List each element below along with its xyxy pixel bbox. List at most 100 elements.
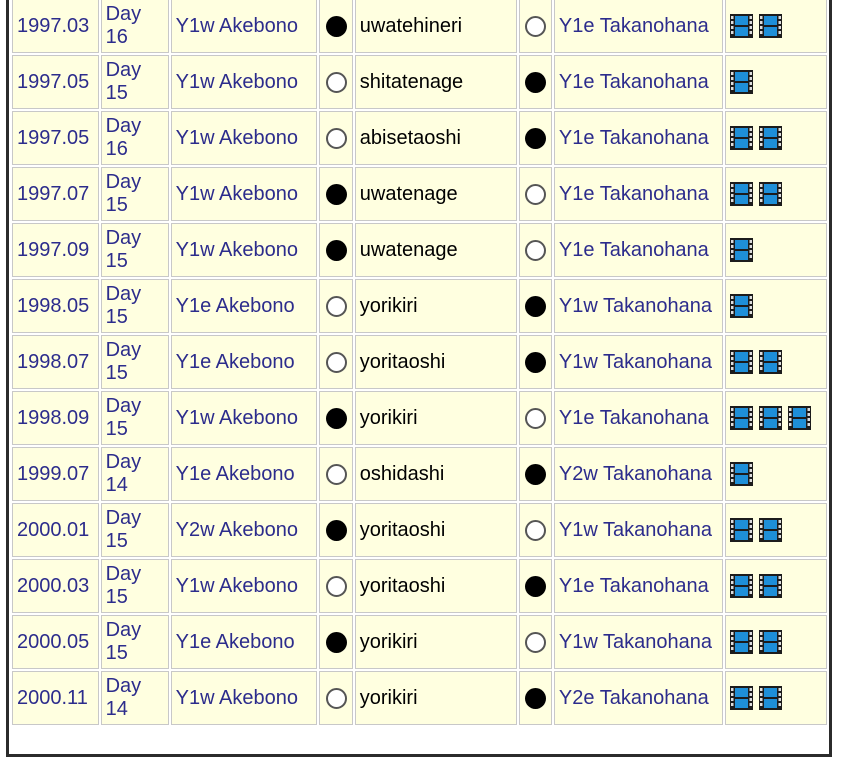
left-result-cell	[319, 447, 353, 501]
basho-date-link[interactable]: 1998.05	[17, 295, 89, 317]
basho-date-link[interactable]: 2000.05	[17, 631, 89, 653]
left-rikishi-link[interactable]: Y1w Akebono	[176, 71, 298, 93]
right-rikishi-link[interactable]: Y1e Takanohana	[559, 183, 709, 205]
film-icon[interactable]	[730, 686, 754, 710]
right-rikishi-link[interactable]: Y1e Takanohana	[559, 407, 709, 429]
video-cell	[725, 279, 827, 333]
basho-date-link[interactable]: 2000.03	[17, 575, 89, 597]
right-result-cell	[518, 503, 552, 557]
film-icon[interactable]	[730, 294, 754, 318]
right-rikishi-link[interactable]: Y1e Takanohana	[559, 239, 709, 261]
film-icon[interactable]	[730, 406, 754, 430]
day-cell: Day 15	[100, 335, 169, 389]
basho-date-link[interactable]: 1997.09	[17, 239, 89, 261]
right-rikishi-link[interactable]: Y1w Takanohana	[559, 519, 712, 541]
left-rikishi-link[interactable]: Y1w Akebono	[176, 575, 298, 597]
kimarite-cell: yorikiri	[354, 615, 517, 669]
basho-date-link[interactable]: 1999.07	[17, 463, 89, 485]
left-rikishi-link[interactable]: Y2w Akebono	[176, 519, 298, 541]
day-label: Day	[105, 451, 142, 473]
right-rikishi-link[interactable]: Y2w Takanohana	[559, 463, 712, 485]
film-icon[interactable]	[730, 630, 754, 654]
left-rikishi-link[interactable]: Y1e Akebono	[176, 463, 295, 485]
basho-date-link[interactable]: 1997.07	[17, 183, 89, 205]
basho-cell: 1997.05	[12, 55, 99, 109]
left-rikishi-link[interactable]: Y1w Akebono	[176, 127, 298, 149]
film-icon[interactable]	[730, 126, 754, 150]
right-rikishi-link[interactable]: Y2e Takanohana	[559, 687, 709, 709]
day-label: Day	[105, 115, 142, 137]
kimarite-cell: yoritaoshi	[354, 503, 517, 557]
right-rikishi-link[interactable]: Y1e Takanohana	[559, 15, 709, 37]
video-cell	[725, 335, 827, 389]
film-icon[interactable]	[759, 14, 783, 38]
left-rikishi-link[interactable]: Y1w Akebono	[176, 183, 298, 205]
kimarite-text: yoritaoshi	[359, 518, 446, 541]
kimarite-cell: uwatehineri	[354, 0, 517, 53]
right-rikishi-link[interactable]: Y1e Takanohana	[559, 71, 709, 93]
left-rikishi-link[interactable]: Y1e Akebono	[176, 631, 295, 653]
film-icon[interactable]	[759, 630, 783, 654]
kimarite-text: abisetaoshi	[359, 126, 461, 149]
left-rikishi-link[interactable]: Y1e Akebono	[176, 351, 295, 373]
table-row: 2000.01 Day 15 Y2w Akebono yoritaoshi Y1…	[12, 503, 827, 557]
left-result-cell	[319, 0, 353, 53]
film-icon[interactable]	[759, 126, 783, 150]
film-icon[interactable]	[730, 518, 754, 542]
basho-date-link[interactable]: 1998.07	[17, 351, 89, 373]
basho-date-link[interactable]: 1997.05	[17, 71, 89, 93]
right-rikishi-link[interactable]: Y1w Takanohana	[559, 631, 712, 653]
film-icon[interactable]	[730, 182, 754, 206]
film-icon[interactable]	[730, 350, 754, 374]
film-icon[interactable]	[759, 350, 783, 374]
white-circle-icon	[325, 127, 347, 149]
left-rikishi-link[interactable]: Y1w Akebono	[176, 239, 298, 261]
right-result-cell	[518, 335, 552, 389]
black-circle-icon	[325, 239, 347, 261]
left-rikishi-link[interactable]: Y1w Akebono	[176, 15, 298, 37]
basho-cell: 1997.05	[12, 111, 99, 165]
left-result-cell	[319, 223, 353, 277]
kimarite-text: yoritaoshi	[359, 350, 446, 373]
day-label: Day	[105, 283, 142, 305]
film-icon[interactable]	[759, 686, 783, 710]
day-cell: Day 15	[100, 223, 169, 277]
film-icon[interactable]	[730, 14, 754, 38]
white-circle-icon	[524, 519, 546, 541]
left-rikishi-link[interactable]: Y1e Akebono	[176, 295, 295, 317]
film-icon[interactable]	[759, 406, 783, 430]
film-icon[interactable]	[730, 70, 754, 94]
basho-cell: 2000.05	[12, 615, 99, 669]
film-icon[interactable]	[730, 238, 754, 262]
right-rikishi-link[interactable]: Y1w Takanohana	[559, 295, 712, 317]
table-row: 1998.07 Day 15 Y1e Akebono yoritaoshi Y1…	[12, 335, 827, 389]
basho-date-link[interactable]: 2000.11	[17, 687, 88, 709]
right-rikishi-link[interactable]: Y1w Takanohana	[559, 351, 712, 373]
kimarite-text: yorikiri	[359, 630, 418, 653]
film-icon[interactable]	[759, 518, 783, 542]
right-rikishi-link[interactable]: Y1e Takanohana	[559, 575, 709, 597]
film-icon[interactable]	[730, 574, 754, 598]
black-circle-icon	[524, 71, 546, 93]
right-rikishi-cell: Y2w Takanohana	[553, 447, 724, 501]
day-number: 16	[105, 138, 128, 160]
right-rikishi-cell: Y1w Takanohana	[553, 615, 724, 669]
left-rikishi-link[interactable]: Y1w Akebono	[176, 687, 298, 709]
kimarite-cell: abisetaoshi	[354, 111, 517, 165]
day-cell: Day 15	[100, 559, 169, 613]
basho-date-link[interactable]: 1997.05	[17, 127, 89, 149]
film-icon[interactable]	[759, 182, 783, 206]
film-icon[interactable]	[788, 406, 812, 430]
basho-date-link[interactable]: 1997.03	[17, 15, 89, 37]
film-icon[interactable]	[759, 574, 783, 598]
film-icon[interactable]	[730, 462, 754, 486]
basho-date-link[interactable]: 2000.01	[17, 519, 89, 541]
right-rikishi-link[interactable]: Y1e Takanohana	[559, 127, 709, 149]
day-cell: Day 15	[100, 167, 169, 221]
left-rikishi-cell: Y1w Akebono	[170, 167, 318, 221]
right-rikishi-cell: Y1w Takanohana	[553, 335, 724, 389]
black-circle-icon	[325, 631, 347, 653]
left-rikishi-link[interactable]: Y1w Akebono	[176, 407, 298, 429]
right-result-cell	[518, 391, 552, 445]
basho-date-link[interactable]: 1998.09	[17, 407, 89, 429]
